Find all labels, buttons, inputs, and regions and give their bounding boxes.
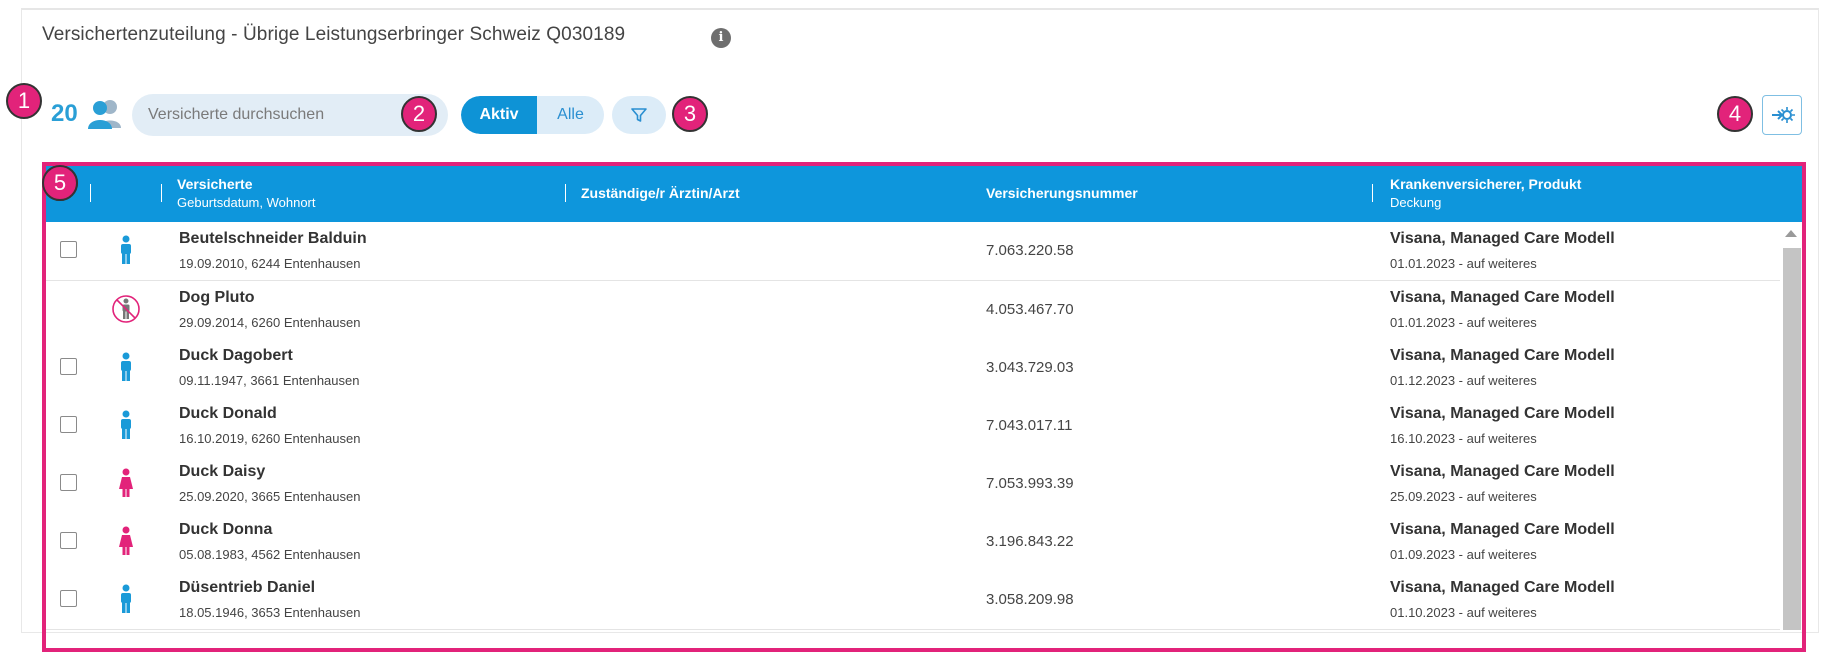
info-icon[interactable]: i	[711, 28, 731, 48]
toggle-active-button[interactable]: Aktiv	[461, 96, 537, 134]
callout-3: 3	[672, 96, 708, 132]
callout-5-top: 5	[42, 165, 78, 201]
filter-icon	[631, 108, 647, 122]
filter-button[interactable]	[612, 96, 666, 134]
export-button[interactable]	[1762, 95, 1802, 135]
callout-2: 2	[401, 96, 437, 132]
insured-count: 20	[51, 100, 78, 127]
callout-1: 1	[6, 83, 42, 119]
page-title: Versichertenzuteilung - Übrige Leistungs…	[42, 24, 626, 45]
logout-icon	[1772, 107, 1795, 123]
toggle-all-button[interactable]: Alle	[537, 96, 604, 134]
callout-4: 4	[1717, 96, 1753, 132]
status-toggle: Aktiv Alle	[461, 96, 604, 134]
table-highlight-frame	[42, 162, 1806, 652]
people-icon	[88, 100, 121, 129]
